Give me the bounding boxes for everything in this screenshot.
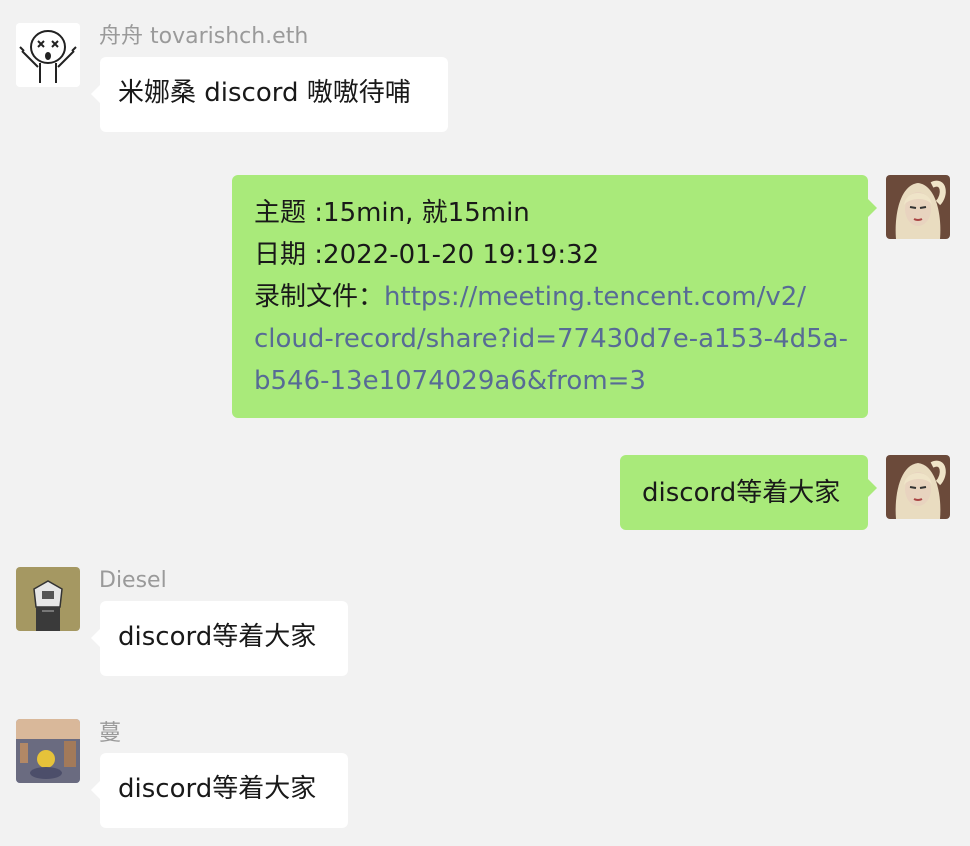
record-file-line: 录制文件：https://meeting.tencent.com/v2/ — [254, 276, 850, 318]
message-text: 米娜桑 discord 嗷嗷待哺 — [118, 78, 411, 108]
sender-avatar-diesel[interactable] — [16, 567, 80, 631]
meeting-info-bubble[interactable]: 主题 :15min, 就15min 日期 :2022-01-20 19:19:3… — [232, 175, 877, 418]
sender-avatar-man[interactable] — [16, 719, 80, 783]
cartoon-face-icon — [16, 23, 80, 87]
city-photo-avatar-icon — [16, 719, 80, 783]
message-bubble[interactable]: 米娜桑 discord 嗷嗷待哺 — [91, 57, 448, 132]
robot-avatar-icon — [16, 567, 80, 631]
message-text: discord等着大家 — [118, 774, 317, 804]
sender-name: Diesel — [99, 568, 167, 593]
record-file-label: 录制文件： — [254, 282, 385, 312]
message-bubble[interactable]: discord等着大家 — [91, 753, 348, 828]
self-avatar[interactable] — [886, 455, 950, 519]
record-link-cont[interactable]: b546-13e1074029a6&from=3 — [254, 360, 850, 402]
message-bubble[interactable]: discord等着大家 — [620, 455, 877, 530]
record-link-cont[interactable]: cloud-record/share?id=77430d7e-a153-4d5a… — [254, 318, 850, 360]
meeting-date: 日期 :2022-01-20 19:19:32 — [254, 240, 600, 270]
self-avatar[interactable] — [886, 175, 950, 239]
message-text: discord等着大家 — [118, 622, 317, 652]
record-link[interactable]: https://meeting.tencent.com/v2/ — [384, 282, 806, 312]
meeting-topic: 主题 :15min, 就15min — [254, 198, 530, 228]
sender-name: 蔓 — [99, 721, 122, 746]
message-bubble[interactable]: discord等着大家 — [91, 601, 348, 676]
sender-avatar-zhouzhou[interactable] — [16, 23, 80, 87]
sender-name: 舟舟 tovarishch.eth — [99, 24, 309, 49]
blonde-girl-avatar-icon — [886, 175, 950, 239]
message-text: discord等着大家 — [642, 478, 841, 508]
blonde-girl-avatar-icon — [886, 455, 950, 519]
